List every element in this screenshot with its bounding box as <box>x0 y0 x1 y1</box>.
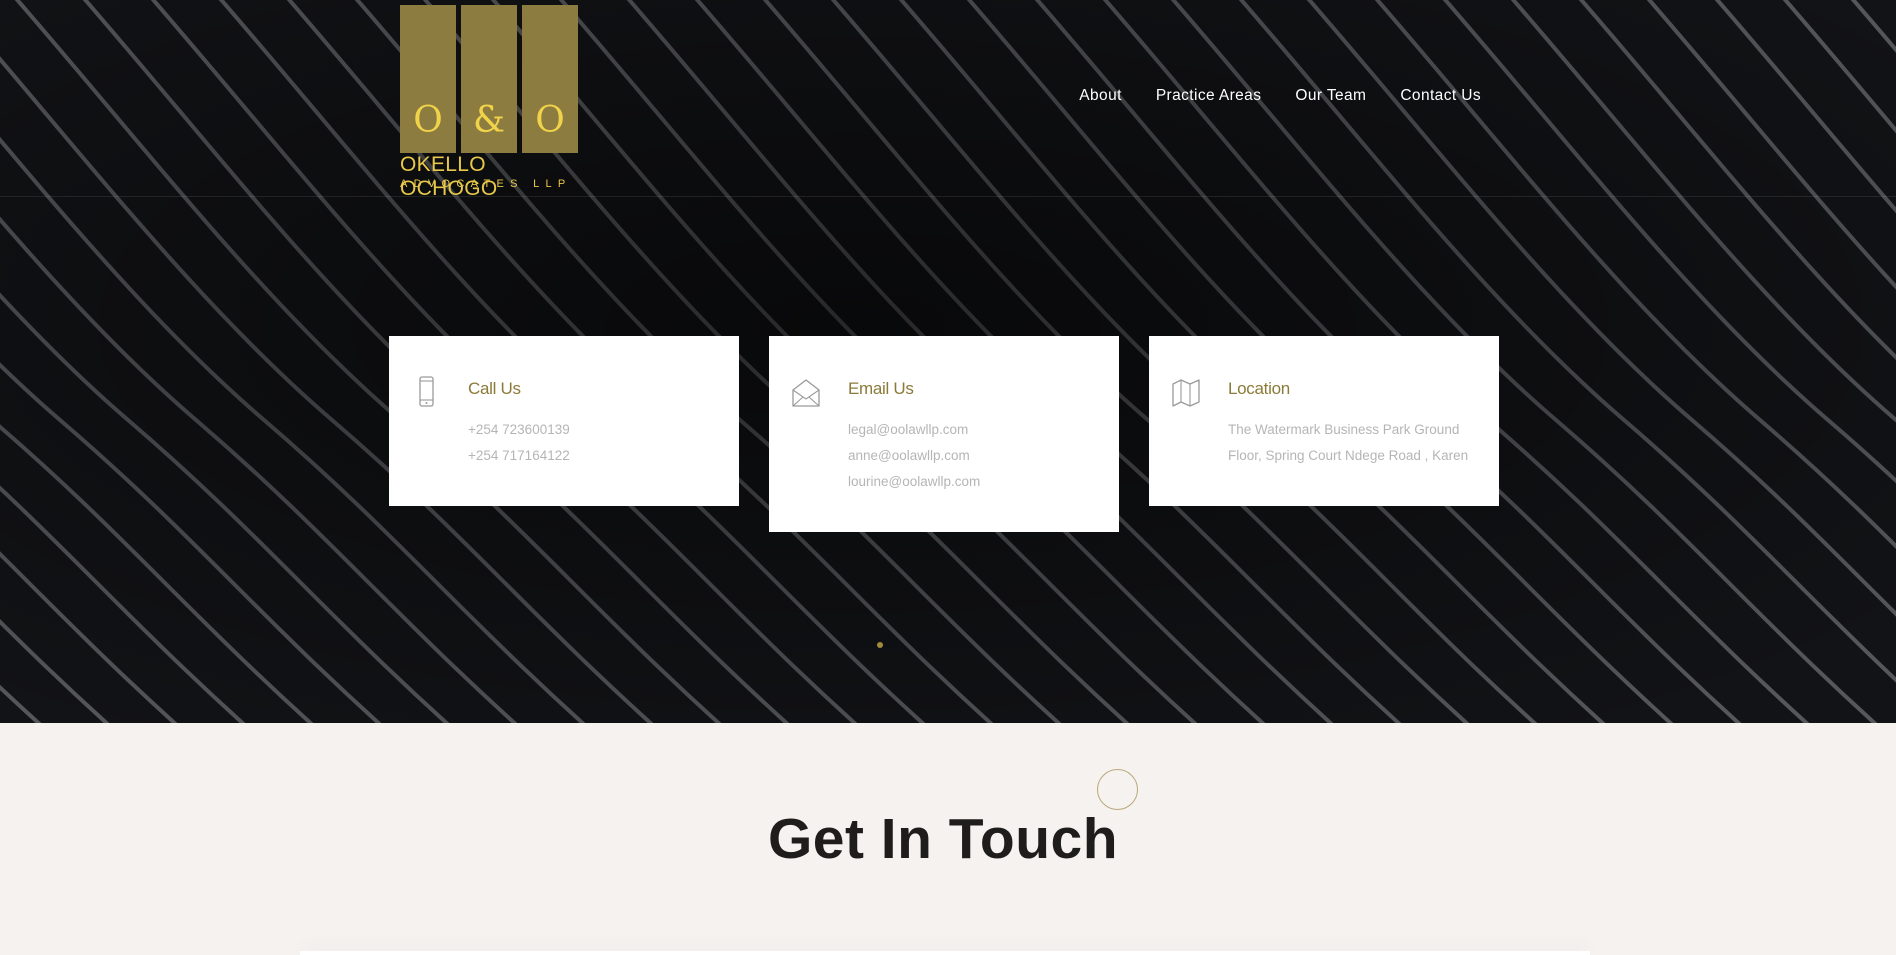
contact-card-email: Email Us legal@oolawllp.com anne@oolawll… <box>769 336 1119 532</box>
contact-card-location: Location The Watermark Business Park Gro… <box>1149 336 1499 506</box>
nav-link-contact-us[interactable]: Contact Us <box>1400 87 1481 105</box>
card-title: Location <box>1228 379 1290 398</box>
address-line: The Watermark Business Park Ground <box>1228 422 1460 437</box>
phone-number[interactable]: +254 717164122 <box>468 443 570 469</box>
logo-glyph: & <box>472 100 506 141</box>
slider-dot[interactable] <box>877 642 883 648</box>
email-address[interactable]: anne@oolawllp.com <box>848 443 980 469</box>
address-line: Floor, Spring Court Ndege Road , Karen <box>1228 448 1469 463</box>
email-address[interactable]: legal@oolawllp.com <box>848 417 980 443</box>
map-icon <box>1172 379 1200 407</box>
decorative-circle <box>1097 769 1138 810</box>
header-divider <box>0 196 1896 197</box>
nav-link-practice-areas[interactable]: Practice Areas <box>1156 87 1262 105</box>
phone-number[interactable]: +254 723600139 <box>468 417 570 443</box>
email-address[interactable]: lourine@oolawllp.com <box>848 469 980 495</box>
contact-form-container <box>300 951 1590 955</box>
main-nav: About Practice Areas Our Team Contact Us <box>1079 87 1481 105</box>
nav-link-our-team[interactable]: Our Team <box>1295 87 1366 105</box>
logo-glyph: O <box>413 100 443 141</box>
section-title: Get In Touch <box>767 807 1119 871</box>
company-logo[interactable]: O & O OKELLO OCHOGO ADVOCATES LLP <box>398 5 580 200</box>
logo-glyph: O <box>535 100 565 141</box>
mobile-phone-icon <box>419 376 434 407</box>
envelope-icon <box>792 379 820 407</box>
logo-company-subtitle: ADVOCATES LLP <box>400 178 572 190</box>
card-title: Call Us <box>468 379 521 398</box>
card-title: Email Us <box>848 379 914 398</box>
nav-link-about[interactable]: About <box>1079 87 1122 105</box>
contact-card-call: Call Us +254 723600139 +254 717164122 <box>389 336 739 506</box>
hero-section: O & O OKELLO OCHOGO ADVOCATES LLP About … <box>0 0 1896 723</box>
logo-company-name: OKELLO OCHOGO <box>400 153 498 200</box>
